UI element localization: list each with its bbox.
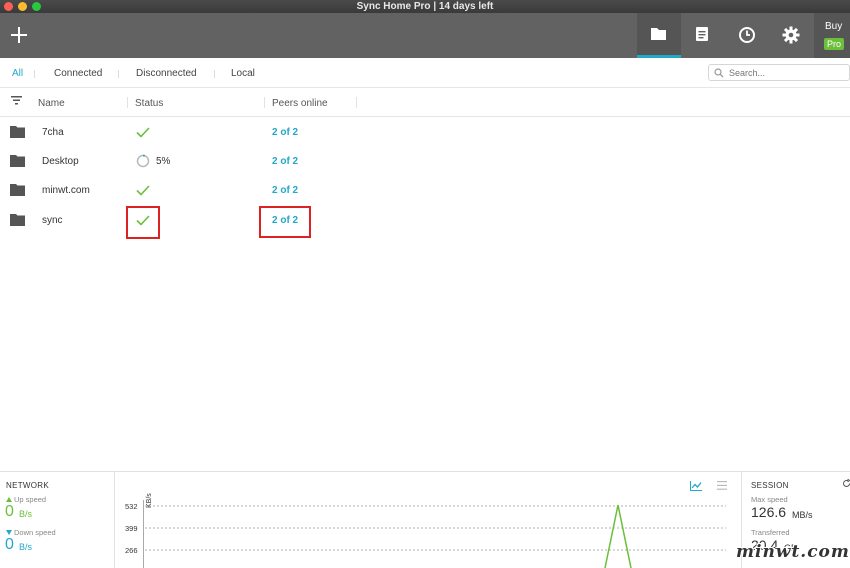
y-tick-label: 532	[125, 502, 138, 511]
column-divider	[356, 97, 357, 108]
folder-icon	[10, 184, 25, 196]
folder-icon	[651, 28, 666, 40]
y-tick-label: 399	[125, 524, 138, 533]
gear-icon	[782, 26, 800, 44]
list-view-icon[interactable]	[717, 481, 727, 490]
max-speed-label: Max speed	[751, 495, 788, 504]
checkmark-icon	[136, 127, 150, 138]
filter-tab-local[interactable]: Local	[231, 68, 255, 79]
network-title: NETWORK	[6, 481, 49, 490]
down-speed-value: 0	[5, 536, 14, 553]
transfers-history-button[interactable]	[725, 13, 769, 58]
transferred-label: Transferred	[751, 528, 790, 537]
speed-plot	[143, 500, 726, 568]
table-header: Name Status Peers online	[0, 88, 850, 117]
buy-pro-button[interactable]: Buy Pro	[814, 13, 850, 58]
column-divider	[264, 97, 265, 108]
buy-label: Buy	[825, 21, 843, 32]
filter-bar: All Connected Disconnected Local	[0, 58, 850, 88]
toolbar: Buy Pro	[0, 13, 850, 58]
filter-tab-connected[interactable]: Connected	[54, 68, 102, 79]
column-header-peers[interactable]: Peers online	[272, 98, 328, 109]
search-box[interactable]	[708, 64, 850, 81]
folder-icon	[10, 126, 25, 138]
sort-filter-icon[interactable]	[11, 96, 22, 105]
network-panel: NETWORK Up speed 0 B/s Down speed 0 B/s	[0, 472, 115, 568]
document-icon	[696, 27, 708, 41]
y-tick-label: 266	[125, 546, 138, 555]
clock-icon	[739, 27, 755, 43]
status-highlight-box	[126, 206, 160, 239]
max-speed-value: 126.6	[751, 504, 787, 520]
folder-icon	[10, 155, 25, 167]
sync-progress-icon	[136, 154, 150, 168]
down-speed-unit: B/s	[19, 542, 33, 552]
down-arrow-icon	[6, 530, 12, 535]
sync-progress-text: 5%	[156, 156, 171, 167]
up-speed-value: 0	[5, 503, 14, 520]
filter-divider	[214, 70, 215, 78]
column-header-status[interactable]: Status	[135, 98, 163, 109]
plus-icon	[11, 27, 27, 43]
folder-name: Desktop	[42, 156, 79, 167]
speed-graph: 532 399 266 KB/s	[115, 472, 740, 568]
search-icon	[714, 68, 724, 78]
up-speed-unit: B/s	[19, 509, 33, 519]
column-header-name[interactable]: Name	[38, 98, 65, 109]
line-chart-icon[interactable]	[690, 481, 702, 491]
history-log-button[interactable]	[681, 13, 725, 58]
table-row[interactable]: sync 2 of 2	[0, 206, 850, 239]
statistics-panel: NETWORK Up speed 0 B/s Down speed 0 B/s …	[0, 471, 850, 568]
folder-icon	[10, 214, 25, 226]
add-folder-button[interactable]	[0, 13, 38, 58]
max-speed-unit: MB/s	[792, 510, 813, 520]
settings-button[interactable]	[769, 13, 813, 58]
reset-icon[interactable]	[842, 479, 850, 488]
folder-name: sync	[42, 215, 63, 226]
window-title: Sync Home Pro | 14 days left	[356, 1, 494, 12]
table-row[interactable]: minwt.com 2 of 2	[0, 176, 850, 205]
column-divider	[127, 97, 128, 108]
filter-divider	[118, 70, 119, 78]
peers-highlight-box	[259, 206, 311, 238]
up-speed-series-line	[604, 504, 632, 568]
search-input[interactable]	[729, 67, 839, 79]
peers-online-link[interactable]: 2 of 2	[272, 127, 298, 138]
title-bar: Sync Home Pro | 14 days left	[0, 0, 850, 13]
pro-badge: Pro	[824, 38, 845, 50]
peers-online-link[interactable]: 2 of 2	[272, 156, 298, 167]
watermark: minwt.com	[736, 542, 850, 562]
folder-name: minwt.com	[42, 185, 90, 196]
filter-tab-all[interactable]: All	[12, 68, 23, 79]
checkmark-icon	[136, 185, 150, 196]
filter-divider	[34, 70, 35, 78]
up-arrow-icon	[6, 497, 12, 502]
folder-name: 7cha	[42, 127, 64, 138]
peers-online-link[interactable]: 2 of 2	[272, 185, 298, 196]
folders-tab-button[interactable]	[637, 13, 681, 58]
up-speed-label: Up speed	[14, 495, 47, 504]
table-row[interactable]: Desktop 5% 2 of 2	[0, 147, 850, 176]
session-title: SESSION	[751, 481, 789, 490]
table-row[interactable]: 7cha 2 of 2	[0, 118, 850, 147]
down-speed-label: Down speed	[14, 528, 56, 537]
filter-tab-disconnected[interactable]: Disconnected	[136, 68, 197, 79]
